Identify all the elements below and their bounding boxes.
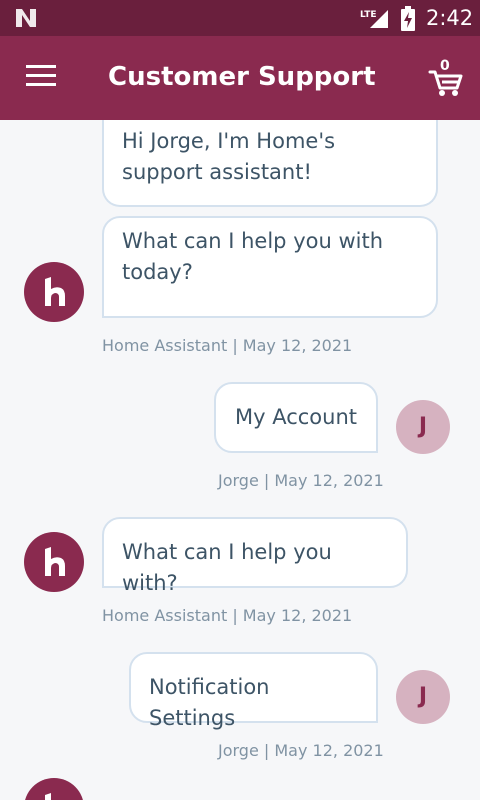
bot-message-bubble: Hi Jorge, I'm Home's support assistant! [102, 120, 438, 207]
user-message-bubble: My Account [214, 382, 378, 453]
network-label: LTE [360, 10, 377, 20]
status-bar: LTE 2:42 [0, 0, 480, 36]
android-n-logo-icon [16, 9, 36, 27]
assistant-avatar [24, 778, 84, 800]
assistant-avatar [24, 532, 84, 592]
bot-message-bubble: What can I help you with? [102, 517, 408, 595]
message-meta: Home Assistant | May 12, 2021 [102, 606, 353, 625]
cart-count-badge: 0 [440, 58, 450, 74]
home-logo-icon [45, 793, 51, 800]
clock: 2:42 [426, 6, 474, 30]
bot-message-bubble: What can I help you with today? [102, 216, 438, 318]
message-meta: Home Assistant | May 12, 2021 [102, 336, 353, 355]
lte-signal-icon: LTE [360, 10, 388, 28]
page-title: Customer Support [108, 62, 376, 92]
message-text: Notification Settings [149, 675, 270, 730]
hamburger-line [26, 83, 56, 86]
message-text: My Account [235, 405, 358, 429]
chat-thread[interactable]: Hi Jorge, I'm Home's support assistant! … [0, 120, 480, 800]
home-logo-icon [45, 547, 65, 576]
message-text: What can I help you with? [122, 540, 332, 595]
hamburger-line [26, 74, 56, 77]
assistant-avatar [24, 262, 84, 322]
battery-charging-icon [401, 6, 415, 31]
user-avatar: J [396, 400, 450, 454]
message-meta: Jorge | May 12, 2021 [218, 471, 384, 490]
message-meta: Jorge | May 12, 2021 [218, 741, 384, 760]
user-avatar: J [396, 670, 450, 724]
message-text: What can I help you with today? [122, 229, 384, 284]
home-logo-icon [45, 277, 65, 306]
user-message-bubble: Notification Settings [129, 652, 378, 730]
app-bar: Customer Support 0 [0, 36, 480, 120]
hamburger-icon [26, 65, 56, 68]
message-text: Hi Jorge, I'm Home's support assistant! [122, 129, 336, 184]
menu-button[interactable] [26, 65, 58, 91]
